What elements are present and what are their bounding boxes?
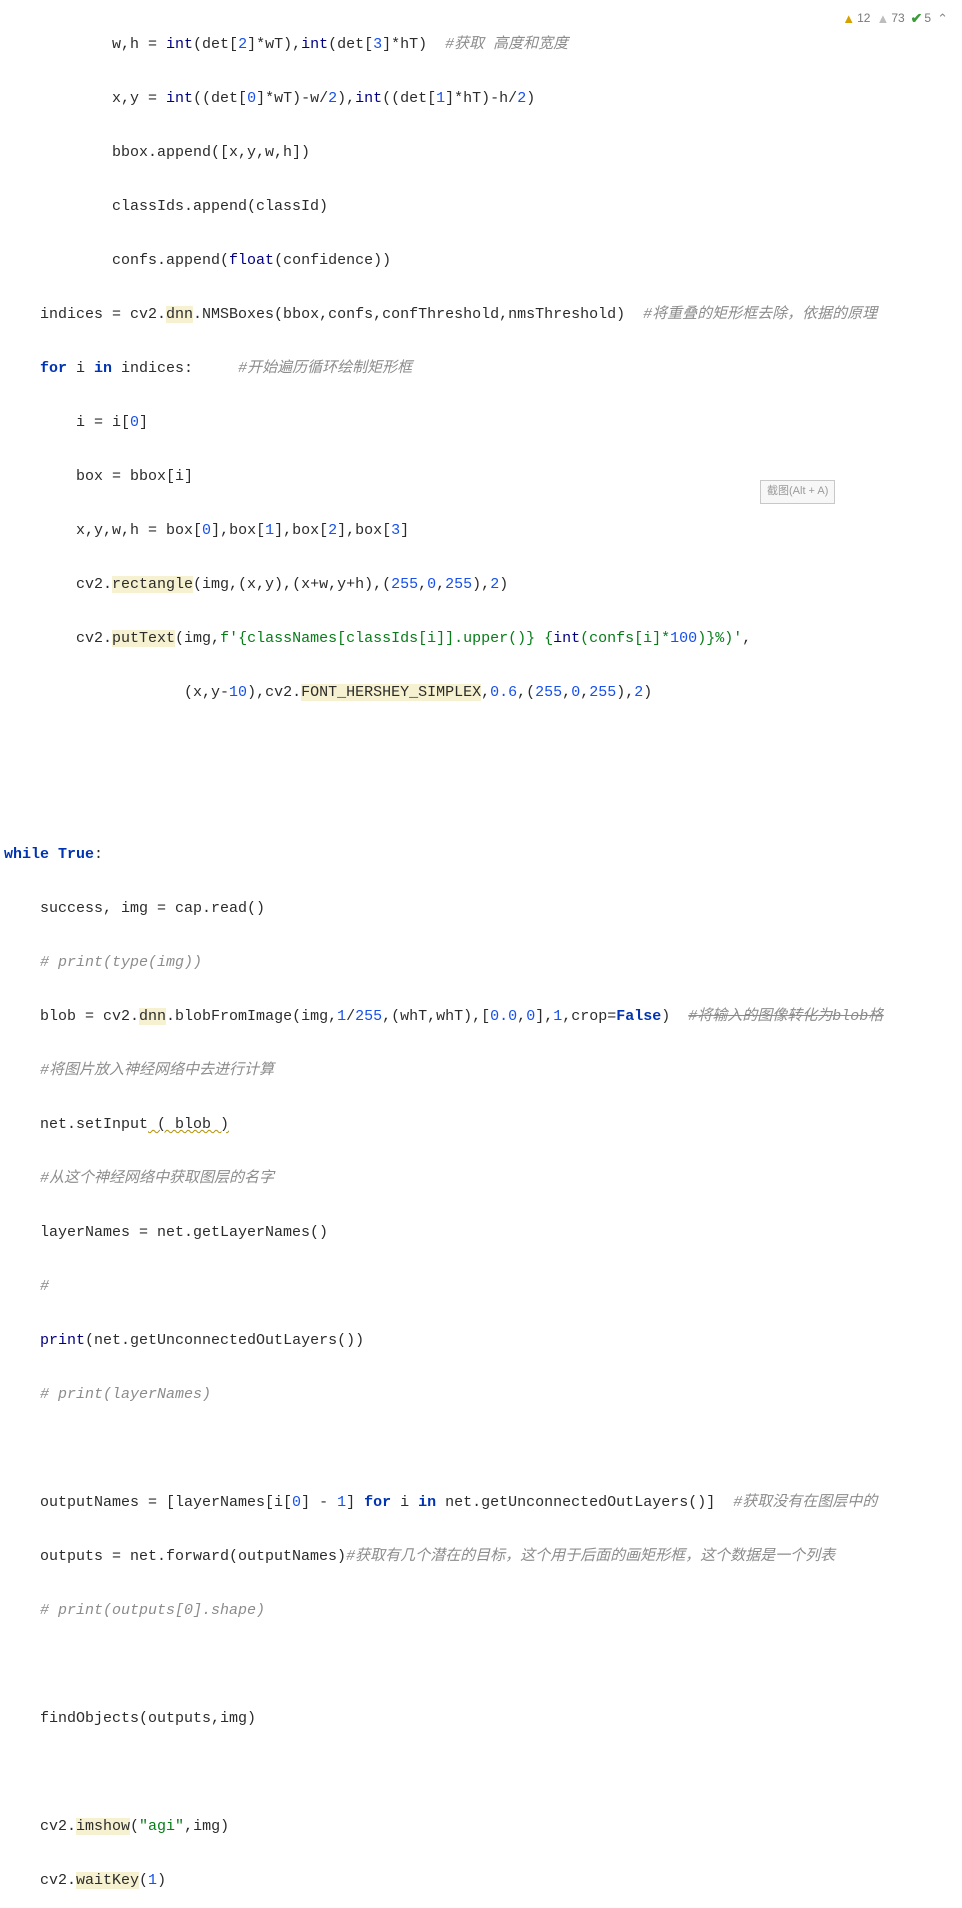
code-line: net.setInput ( blob ) xyxy=(0,1111,962,1138)
code-line xyxy=(0,1435,962,1462)
code-line: success, img = cap.read() xyxy=(0,895,962,922)
screenshot-tooltip: 截图(Alt + A) xyxy=(760,480,835,504)
code-line: for i in indices: #开始遍历循环绘制矩形框 xyxy=(0,355,962,382)
code-line: outputs = net.forward(outputNames)#获取有几个… xyxy=(0,1543,962,1570)
code-line: x,y,w,h = box[0],box[1],box[2],box[3] xyxy=(0,517,962,544)
code-line: i = i[0] xyxy=(0,409,962,436)
code-line xyxy=(0,1651,962,1678)
code-line: # xyxy=(0,1273,962,1300)
code-line xyxy=(0,787,962,814)
code-line: # print(type(img)) xyxy=(0,949,962,976)
code-line: w,h = int(det[2]*wT),int(det[3]*hT) #获取 … xyxy=(0,31,962,58)
code-line: cv2.imshow("agi",img) xyxy=(0,1813,962,1840)
code-line: cv2.putText(img,f'{classNames[classIds[i… xyxy=(0,625,962,652)
code-line: layerNames = net.getLayerNames() xyxy=(0,1219,962,1246)
code-line: findObjects(outputs,img) xyxy=(0,1705,962,1732)
code-line: print(net.getUnconnectedOutLayers()) xyxy=(0,1327,962,1354)
code-line: # print(layerNames) xyxy=(0,1381,962,1408)
code-line: indices = cv2.dnn.NMSBoxes(bbox,confs,co… xyxy=(0,301,962,328)
code-editor[interactable]: w,h = int(det[2]*wT),int(det[3]*hT) #获取 … xyxy=(0,0,962,1908)
code-line: cv2.rectangle(img,(x,y),(x+w,y+h),(255,0… xyxy=(0,571,962,598)
code-line: #将图片放入神经网络中去进行计算 xyxy=(0,1057,962,1084)
code-line: x,y = int((det[0]*wT)-w/2),int((det[1]*h… xyxy=(0,85,962,112)
code-line: cv2.waitKey(1) xyxy=(0,1867,962,1894)
code-line: confs.append(float(confidence)) xyxy=(0,247,962,274)
code-line: (x,y-10),cv2.FONT_HERSHEY_SIMPLEX,0.6,(2… xyxy=(0,679,962,706)
code-line: #从这个神经网络中获取图层的名字 xyxy=(0,1165,962,1192)
code-line: while True: xyxy=(0,841,962,868)
code-line: classIds.append(classId) xyxy=(0,193,962,220)
code-line: bbox.append([x,y,w,h]) xyxy=(0,139,962,166)
code-line: # print(outputs[0].shape) xyxy=(0,1597,962,1624)
code-line: outputNames = [layerNames[i[0] - 1] for … xyxy=(0,1489,962,1516)
code-line: blob = cv2.dnn.blobFromImage(img,1/255,(… xyxy=(0,1003,962,1030)
code-line xyxy=(0,733,962,760)
code-line xyxy=(0,1759,962,1786)
